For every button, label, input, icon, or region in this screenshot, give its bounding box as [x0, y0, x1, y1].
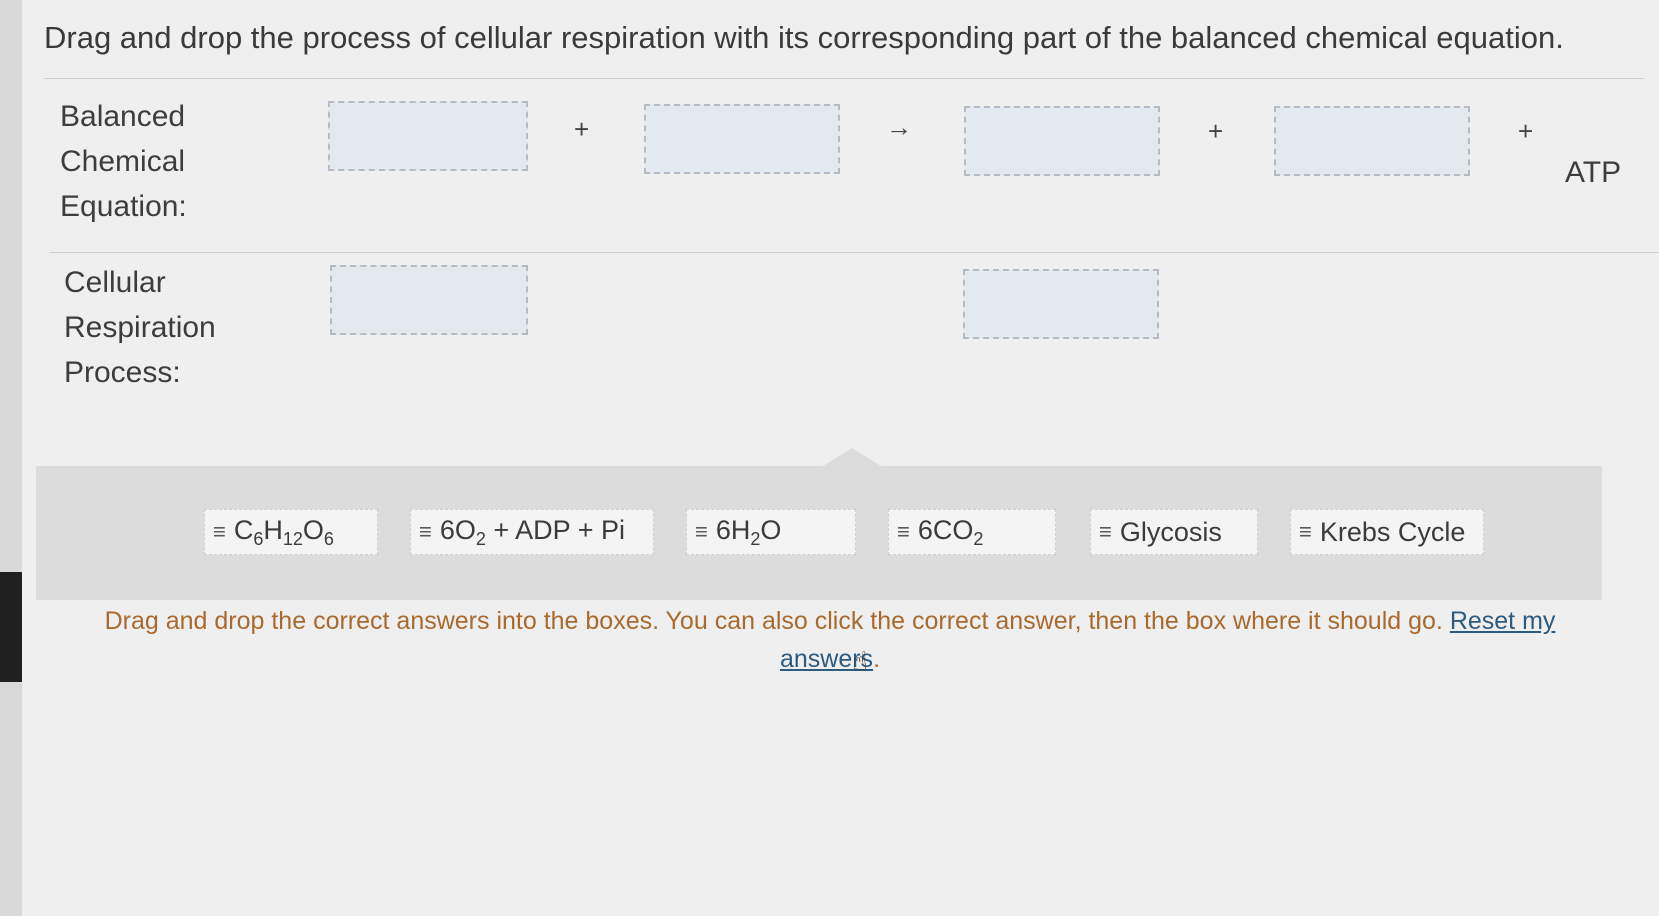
- tile-subscript: 2: [973, 528, 984, 549]
- tile-subscript: 2: [475, 528, 486, 549]
- tile-subscript: 6: [323, 528, 334, 549]
- drag-handle-icon: ≡: [1099, 519, 1112, 544]
- process-label-line-1: Cellular: [64, 266, 166, 299]
- tile-text-part: Krebs Cycle: [1319, 516, 1466, 547]
- drag-handle-icon: ≡: [419, 519, 432, 544]
- instructions-period: .: [873, 645, 881, 673]
- equation-label-line-1: Balanced: [60, 100, 186, 133]
- tile-text-part: Glycosis: [1119, 516, 1222, 547]
- tile-text-part: O: [302, 514, 324, 545]
- bezel-shadow: [0, 572, 22, 682]
- tile-label: 6CO2: [918, 515, 984, 550]
- drag-handle-icon: ≡: [897, 519, 910, 544]
- tile-text-part: O: [760, 514, 782, 545]
- hand-cursor-icon: ☝: [852, 646, 868, 676]
- equation-label-line-2: Chemical: [60, 145, 186, 178]
- equation-drop-box-3[interactable]: [964, 106, 1160, 176]
- plus-sign-1: +: [574, 114, 590, 144]
- answer-bank-pointer: [820, 448, 884, 468]
- process-drop-box-1[interactable]: [330, 265, 528, 335]
- tile-label: 6H2O: [716, 515, 782, 550]
- drag-handle-icon: ≡: [1299, 519, 1312, 544]
- tile-text-part: 6H: [715, 514, 751, 545]
- tile-subscript: 6: [253, 528, 264, 549]
- tile-label: 6O2 + ADP + Pi: [440, 515, 625, 550]
- reaction-arrow: →: [886, 112, 912, 142]
- process-row-label: Cellular Respiration Process:: [64, 260, 216, 395]
- monitor-bezel: [0, 0, 22, 916]
- answer-tile-krebs-cycle[interactable]: ≡ Krebs Cycle: [1290, 509, 1484, 555]
- process-drop-box-2[interactable]: [963, 269, 1159, 339]
- plus-sign-3: +: [1518, 116, 1534, 146]
- tile-text-part: C: [233, 514, 254, 545]
- answer-tile-glycosis[interactable]: ≡ Glycosis: [1090, 509, 1258, 555]
- divider-top: [44, 78, 1644, 79]
- tile-text-part: + ADP + Pi: [485, 514, 625, 545]
- equation-drop-box-2[interactable]: [644, 104, 840, 174]
- screen: Drag and drop the process of cellular re…: [0, 0, 1659, 916]
- process-label-line-3: Process:: [64, 356, 181, 389]
- tile-text-part: 6O: [439, 514, 476, 545]
- drag-handle-icon: ≡: [213, 519, 226, 544]
- tile-text-part: H: [263, 514, 283, 545]
- process-label-line-2: Respiration: [64, 311, 216, 344]
- answer-tile-carbon-dioxide[interactable]: ≡ 6CO2: [888, 509, 1056, 555]
- instructions: Drag and drop the correct answers into t…: [60, 602, 1600, 678]
- tile-text-part: 6CO: [917, 514, 974, 545]
- tile-subscript: 12: [282, 528, 303, 549]
- tile-subscript: 2: [750, 528, 761, 549]
- atp-label: ATP: [1565, 156, 1622, 189]
- equation-drop-box-1[interactable]: [328, 101, 528, 171]
- divider-middle: [50, 252, 1659, 253]
- drag-handle-icon: ≡: [695, 519, 708, 544]
- equation-label-line-3: Equation:: [60, 190, 187, 223]
- question-prompt: Drag and drop the process of cellular re…: [44, 20, 1564, 55]
- equation-row-label: Balanced Chemical Equation:: [60, 94, 187, 229]
- answer-tile-water[interactable]: ≡ 6H2O: [686, 509, 856, 555]
- answer-tile-glucose[interactable]: ≡ C6H12O6: [204, 509, 378, 555]
- tile-label: Glycosis: [1120, 517, 1222, 548]
- answer-tile-oxygen-adp-pi[interactable]: ≡ 6O2 + ADP + Pi: [410, 509, 654, 555]
- equation-drop-box-4[interactable]: [1274, 106, 1470, 176]
- plus-sign-2: +: [1208, 116, 1224, 146]
- tile-label: Krebs Cycle: [1320, 517, 1466, 548]
- tile-label: C6H12O6: [234, 515, 334, 550]
- instructions-text: Drag and drop the correct answers into t…: [104, 607, 1450, 635]
